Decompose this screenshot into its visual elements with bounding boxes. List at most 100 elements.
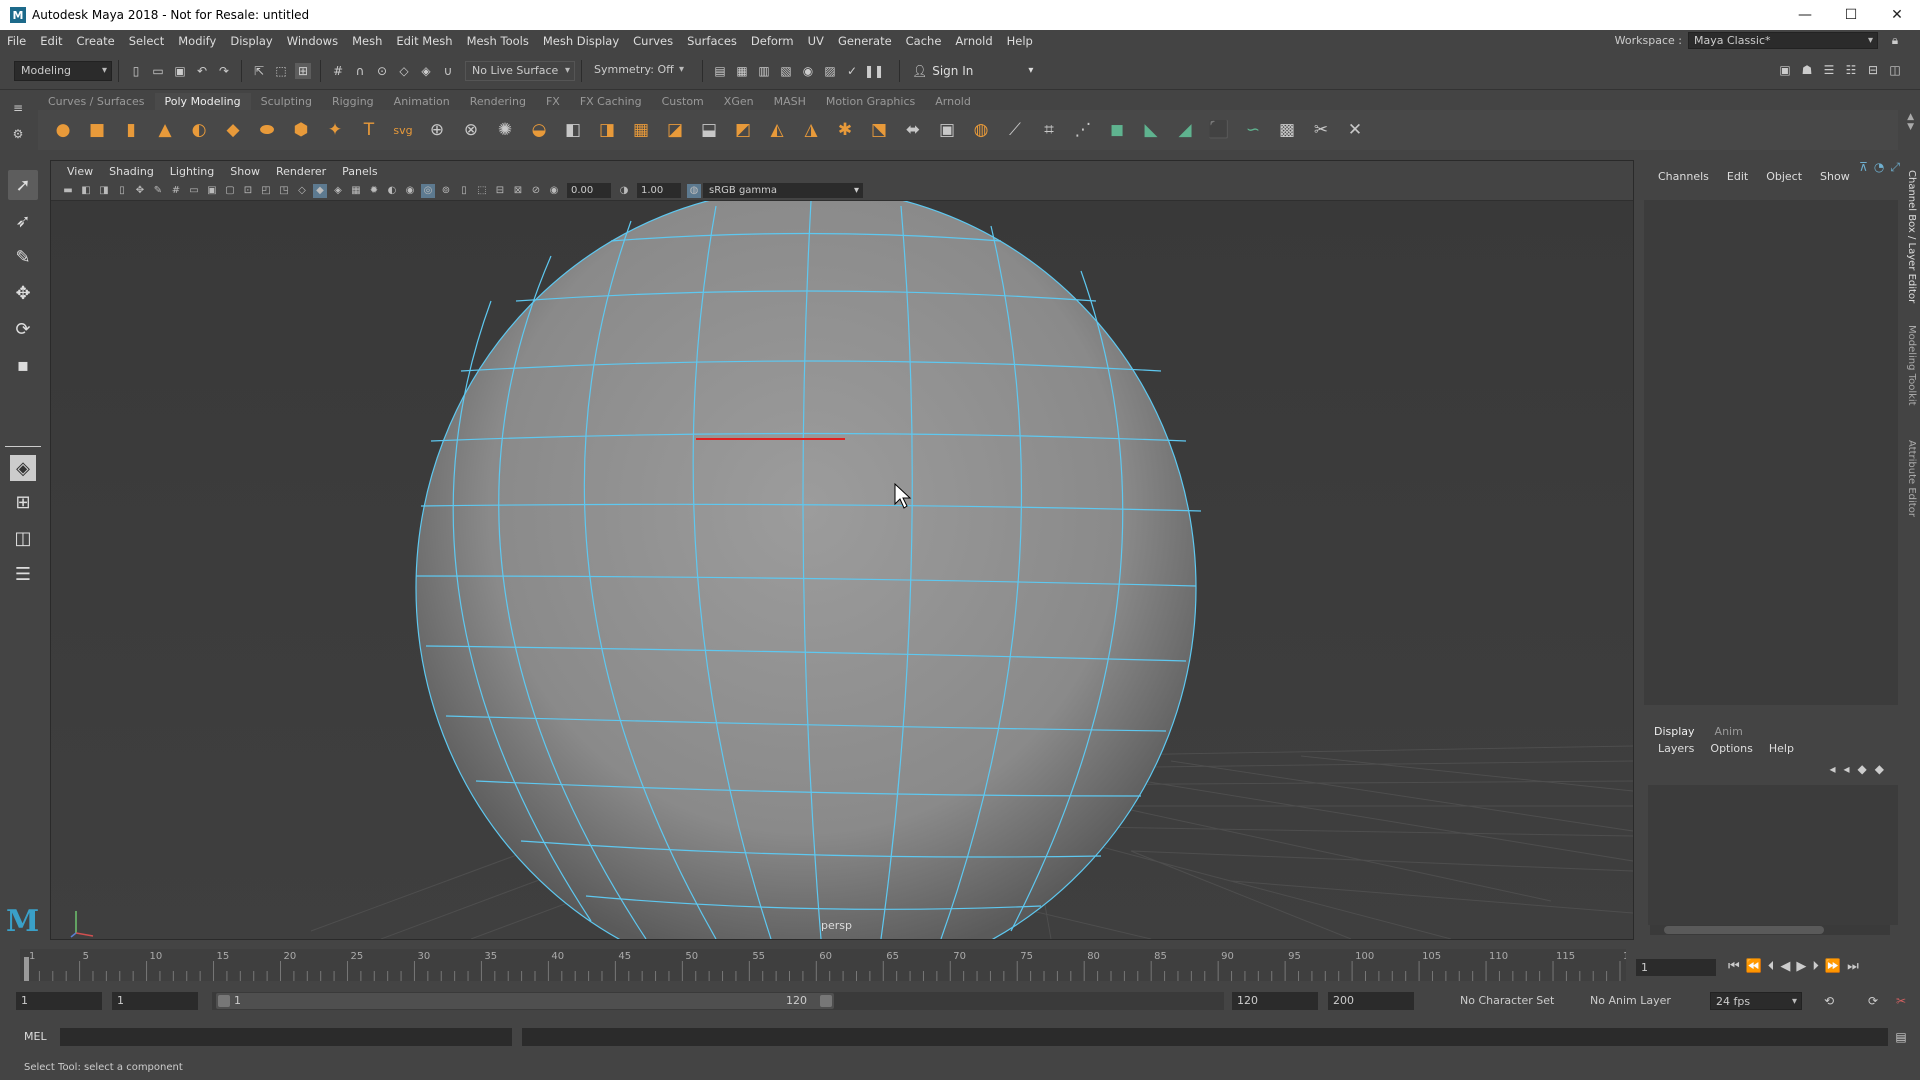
- resolution-gate-icon[interactable]: ▣: [205, 184, 219, 198]
- move-layer-down-icon[interactable]: ◂: [1844, 762, 1850, 776]
- viewport-menu-show[interactable]: Show: [222, 165, 268, 178]
- render-view-icon[interactable]: ▤: [712, 63, 728, 79]
- poly-cylinder-icon[interactable]: ▮: [118, 117, 144, 143]
- snap-curve-icon[interactable]: ∩: [352, 63, 368, 79]
- chamfer-icon[interactable]: ⬔: [866, 117, 892, 143]
- unfold-uv-icon[interactable]: ✕: [1342, 117, 1368, 143]
- spherical-uv-icon[interactable]: ◢: [1172, 117, 1198, 143]
- channel-box-menu-show[interactable]: Show: [1812, 170, 1858, 183]
- snap-view-plane-icon[interactable]: ◇: [396, 63, 412, 79]
- snap-grid-icon[interactable]: #: [330, 63, 346, 79]
- viewport-panel[interactable]: View Shading Lighting Show Renderer Pane…: [50, 160, 1634, 940]
- channel-box-menu-object[interactable]: Object: [1758, 170, 1810, 183]
- image-plane-icon[interactable]: ▯: [115, 184, 129, 198]
- cylindrical-uv-icon[interactable]: ◣: [1138, 117, 1164, 143]
- menu-file[interactable]: File: [0, 34, 33, 48]
- step-back-key-icon[interactable]: ⏪: [1746, 959, 1762, 974]
- wireframe-on-shaded-icon[interactable]: ◈: [331, 184, 345, 198]
- xray-active-icon[interactable]: ⬚: [475, 184, 489, 198]
- move-layer-up-icon[interactable]: ◂: [1829, 762, 1835, 776]
- persp-outliner-layout-icon[interactable]: ◫: [8, 523, 38, 553]
- poly-disc-icon[interactable]: ⬬: [254, 117, 280, 143]
- animation-start-field[interactable]: 1: [16, 992, 102, 1010]
- anti-aliasing-icon[interactable]: ⊠: [511, 184, 525, 198]
- use-lights-icon[interactable]: ✹: [367, 184, 381, 198]
- attribute-editor-icon[interactable]: ☰: [1821, 62, 1837, 78]
- select-hierarchy-icon[interactable]: ⇱: [251, 63, 267, 79]
- wireframe-icon[interactable]: ◇: [295, 184, 309, 198]
- lock-icon[interactable]: 🔒︎: [1887, 33, 1903, 49]
- viewport-menu-shading[interactable]: Shading: [101, 165, 162, 178]
- extrude-icon[interactable]: ◨: [594, 117, 620, 143]
- quad-draw-icon[interactable]: ⟋: [1002, 117, 1028, 143]
- channel-box-expand-icon[interactable]: ⤢: [1890, 160, 1900, 175]
- layer-tab-anim[interactable]: Anim: [1705, 723, 1753, 740]
- layer-menu-help[interactable]: Help: [1761, 742, 1802, 755]
- range-end-handle[interactable]: [820, 995, 832, 1007]
- scrollbar-thumb[interactable]: [1664, 926, 1824, 934]
- shadows-icon[interactable]: ◐: [385, 184, 399, 198]
- command-language-label[interactable]: MEL: [24, 1030, 47, 1043]
- safe-title-icon[interactable]: ◳: [277, 184, 291, 198]
- animation-end-field[interactable]: 200: [1328, 992, 1414, 1010]
- shelf-scroll[interactable]: ▲ ▼: [1907, 112, 1914, 132]
- channel-box-menu-edit[interactable]: Edit: [1719, 170, 1756, 183]
- side-tab-attribute-editor[interactable]: Attribute Editor: [1906, 440, 1917, 517]
- snap-live-icon[interactable]: ◈: [418, 63, 434, 79]
- menu-cache[interactable]: Cache: [899, 34, 949, 48]
- platonic-solid-icon[interactable]: ⬢: [288, 117, 314, 143]
- range-start-handle[interactable]: [218, 995, 230, 1007]
- gate-mask-icon[interactable]: ▢: [223, 184, 237, 198]
- menu-set-dropdown[interactable]: Modeling: [14, 60, 112, 81]
- layer-list-scrollbar[interactable]: [1650, 925, 1890, 935]
- poly-plane-icon[interactable]: ◆: [220, 117, 246, 143]
- poly-cone-icon[interactable]: ▲: [152, 117, 178, 143]
- undo-icon[interactable]: ↶: [194, 63, 210, 79]
- channel-box-float-icon[interactable]: ◔: [1874, 160, 1884, 175]
- channel-box-toggle-icon[interactable]: ⊼: [1859, 160, 1868, 175]
- shelf-tab-sculpting[interactable]: Sculpting: [251, 93, 322, 110]
- menu-surfaces[interactable]: Surfaces: [680, 34, 744, 48]
- step-back-frame-icon[interactable]: ⏴: [1768, 959, 1775, 974]
- offset-edge-loop-icon[interactable]: ⋰: [1070, 117, 1096, 143]
- automatic-uv-icon[interactable]: ⬛: [1206, 117, 1232, 143]
- auto-key-icon[interactable]: ⟳: [1865, 993, 1881, 1009]
- grid-icon[interactable]: #: [169, 184, 183, 198]
- anim-layer-selector[interactable]: No Anim Layer: [1590, 994, 1671, 1007]
- 2d-pan-zoom-icon[interactable]: ✥: [133, 184, 147, 198]
- symmetry-dropdown[interactable]: Symmetry: Off: [588, 60, 688, 81]
- poly-sphere-icon[interactable]: ●: [50, 117, 76, 143]
- go-to-end-icon[interactable]: ⏭: [1847, 959, 1859, 974]
- current-frame-field[interactable]: 1: [1636, 959, 1716, 976]
- gamma-icon[interactable]: ◑: [617, 184, 631, 198]
- play-back-icon[interactable]: ◀: [1780, 959, 1790, 974]
- playback-end-field[interactable]: 120: [1232, 992, 1318, 1010]
- exposure-icon[interactable]: ◉: [547, 184, 561, 198]
- bookmarks-icon[interactable]: ◨: [97, 184, 111, 198]
- layer-menu-options[interactable]: Options: [1702, 742, 1760, 755]
- maximize-button[interactable]: ☐: [1828, 0, 1874, 30]
- ambient-occlusion-icon[interactable]: ◉: [403, 184, 417, 198]
- menu-create[interactable]: Create: [70, 34, 122, 48]
- redo-icon[interactable]: ↷: [216, 63, 232, 79]
- boolean-icon[interactable]: ◒: [526, 117, 552, 143]
- scroll-down-icon[interactable]: ▼: [1907, 122, 1914, 132]
- xray-icon[interactable]: ◎: [421, 183, 435, 198]
- ipr-render-icon[interactable]: ▥: [756, 63, 772, 79]
- viewport-menu-panels[interactable]: Panels: [334, 165, 385, 178]
- separate-icon[interactable]: ⊗: [458, 117, 484, 143]
- sign-in-button[interactable]: 👤︎ Sign In ▾: [906, 64, 1039, 78]
- magnet-icon[interactable]: ∪: [440, 63, 456, 79]
- single-perspective-layout-icon[interactable]: ◈: [10, 455, 36, 481]
- menu-help[interactable]: Help: [1000, 34, 1040, 48]
- menu-edit[interactable]: Edit: [33, 34, 69, 48]
- collapse-icon[interactable]: ⬌: [900, 117, 926, 143]
- side-tab-modeling-toolkit[interactable]: Modeling Toolkit: [1906, 325, 1917, 406]
- scale-tool-icon[interactable]: ▪: [8, 350, 38, 380]
- mirror-icon[interactable]: ◧: [560, 117, 586, 143]
- range-track[interactable]: 1 120: [212, 992, 1224, 1010]
- new-scene-icon[interactable]: ▯: [128, 63, 144, 79]
- svg-icon[interactable]: svg: [390, 117, 416, 143]
- menu-curves[interactable]: Curves: [626, 34, 680, 48]
- step-forward-frame-icon[interactable]: ⏵: [1812, 959, 1819, 974]
